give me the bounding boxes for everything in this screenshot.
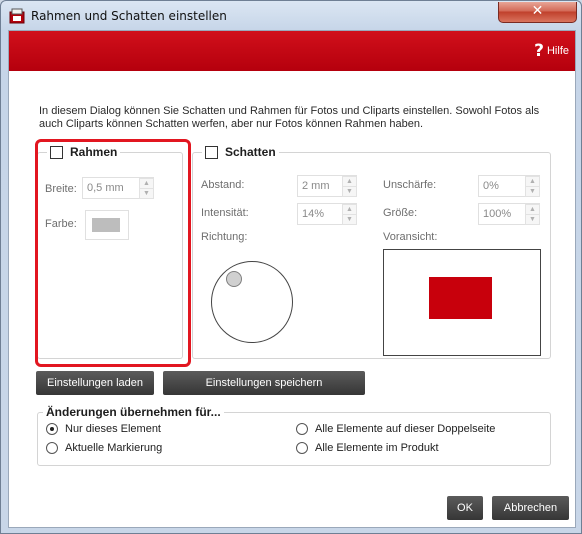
direction-knob-handle[interactable] [226, 271, 242, 287]
help-link[interactable]: ? Hilfe [534, 41, 569, 61]
shadow-size-spinner[interactable]: 100% ▲ ▼ [478, 203, 540, 225]
radio-option-spread[interactable]: Alle Elemente auf dieser Doppelseite [296, 423, 495, 435]
intro-text: In diesem Dialog können Sie Schatten und… [39, 105, 540, 130]
shadow-blur-value: 0% [483, 180, 499, 192]
shadow-preview-label: Voransicht: [383, 231, 438, 243]
shadow-blur-down-arrow-icon[interactable]: ▼ [525, 186, 540, 197]
shadow-size-down-arrow-icon[interactable]: ▼ [525, 214, 540, 225]
radio-option-product[interactable]: Alle Elemente im Produkt [296, 442, 439, 454]
shadow-direction-label: Richtung: [201, 231, 248, 243]
shadow-toggle[interactable]: Schatten [202, 145, 279, 159]
shadow-distance-value: 2 mm [302, 180, 330, 192]
dialog-window: Rahmen und Schatten einstellen ✕ ? Hilfe… [0, 0, 582, 534]
shadow-intensity-spinner[interactable]: 14% ▲ ▼ [297, 203, 357, 225]
help-icon: ? [534, 41, 544, 61]
save-settings-button[interactable]: Einstellungen speichern [163, 371, 365, 395]
shadow-intensity-value: 14% [302, 208, 325, 220]
shadow-preview [383, 249, 541, 356]
shadow-size-label: Größe: [383, 207, 418, 219]
shadow-distance-spinner[interactable]: 2 mm ▲ ▼ [297, 175, 357, 197]
app-icon [9, 8, 25, 24]
radio-label: Alle Elemente auf dieser Doppelseite [315, 423, 496, 435]
help-label: Hilfe [546, 45, 569, 57]
shadow-distance-label: Abstand: [201, 179, 245, 191]
highlight-annotation [35, 139, 191, 367]
radio-label: Alle Elemente im Produkt [315, 442, 439, 454]
radio-option-current-selection[interactable]: Aktuelle Markierung [46, 442, 162, 454]
shadow-checkbox[interactable] [205, 145, 218, 159]
ok-button[interactable]: OK [447, 496, 483, 520]
apply-group [37, 412, 551, 466]
window-title: Rahmen und Schatten einstellen [31, 9, 227, 23]
preview-shape [429, 277, 492, 319]
shadow-size-value: 100% [483, 208, 512, 220]
shadow-intensity-down-arrow-icon[interactable]: ▼ [342, 214, 357, 225]
shadow-blur-spinner[interactable]: 0% ▲ ▼ [478, 175, 540, 197]
title-bar[interactable]: Rahmen und Schatten einstellen ✕ [1, 1, 581, 31]
radio-this-element[interactable] [46, 423, 58, 435]
header-banner: ? Hilfe [9, 31, 575, 71]
dialog-content: ? Hilfe In diesem Dialog können Sie Scha… [8, 30, 576, 528]
load-settings-button[interactable]: Einstellungen laden [36, 371, 154, 395]
radio-label: Nur dieses Element [65, 423, 161, 435]
shadow-blur-label: Unschärfe: [383, 179, 437, 191]
radio-option-this-element[interactable]: Nur dieses Element [46, 423, 161, 435]
window-close-button[interactable]: ✕ [498, 2, 577, 23]
radio-label: Aktuelle Markierung [65, 442, 163, 454]
radio-product[interactable] [296, 442, 308, 454]
shadow-distance-down-arrow-icon[interactable]: ▼ [342, 186, 357, 197]
cancel-button[interactable]: Abbrechen [492, 496, 569, 520]
apply-title: Änderungen übernehmen für... [43, 405, 224, 419]
shadow-title: Schatten [225, 145, 276, 159]
shadow-intensity-label: Intensität: [201, 207, 249, 219]
radio-spread[interactable] [296, 423, 308, 435]
radio-current-selection[interactable] [46, 442, 58, 454]
shadow-direction-dial[interactable] [211, 261, 293, 343]
